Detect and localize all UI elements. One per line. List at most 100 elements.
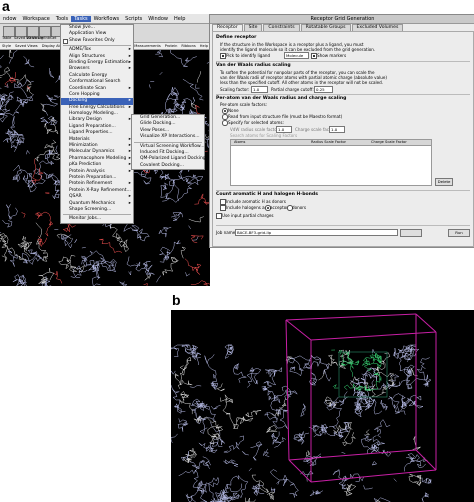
delete-button[interactable]: Delete [435,178,453,186]
tab-1[interactable]: Site [243,24,263,31]
partial-charge-cutoff-label: Partial charge cutoff: [271,87,314,92]
toolbar-button-label: Lig Intr [38,36,51,40]
show-markers-label: Show markers [317,53,347,58]
dialog-tabs: Receptor Site Constraints Rotatable Groups E… [212,24,404,31]
menu-bar: ndow Workspace Tools Tasks Workflows Scripts W… [0,14,210,24]
toolbar2-item-0[interactable]: Style [0,44,13,48]
read-from-file-radio[interactable] [222,114,228,120]
menu-item-label: Align Structures [69,53,105,59]
menu-item-label: Show Jive... [69,25,95,30]
tasks-menu-top-item[interactable]: Show Favorites Only [61,37,133,45]
scaling-factor-input[interactable]: 1.0 [251,86,268,93]
specify-selected-label: Specify for selected atoms: [228,120,284,125]
toolbar-button-label: Get [50,36,57,40]
pick-ligand-label: Pick to identify ligand [226,53,271,58]
menu-item-label: Ligand Preparation... [69,123,116,129]
tab-4[interactable]: Excluded Volumes [351,24,404,31]
grid-box-viewer[interactable] [171,310,474,502]
tab-3[interactable]: Rotatable Groups [300,24,351,31]
table-header: Atoms Radius Scale Factor Charge Scale F… [231,140,431,146]
panel-label-a: a [2,0,10,14]
none-radio[interactable] [222,108,228,114]
grid-box-edge [285,313,417,321]
tasks-menu: Show Jive... Application View Show Favorit… [60,24,134,224]
menu-item-label: ADME/Tox [69,47,92,53]
show-markers-checkbox[interactable] [311,53,317,59]
receptor-tab-panel: Define receptor If the structure in the … [212,31,474,247]
menu-item-label: Coordinate Scan [69,85,107,91]
specify-selected-radio[interactable] [222,120,228,126]
menu-1[interactable]: Workspace [20,16,53,22]
search-atoms-label: Search atoms for Scaling Factors [230,133,298,138]
menu-item-label: Show Favorites Only [69,37,115,43]
menu-separator [134,141,202,143]
panel-label-b: b [172,292,181,308]
divider [216,190,470,191]
menu-3[interactable]: Tasks [71,15,91,22]
toolbar2-right-item-2[interactable]: Ribbons [179,44,197,48]
docking-submenu: Grid Generation... Glide Docking... View P… [131,114,210,171]
scaling-factor-label: Scaling factor: [220,87,250,92]
menu-5[interactable]: Scripts [122,16,145,22]
toolbar2-item-1[interactable]: Saved Views [13,44,40,48]
menu-item-label: Minimization [69,143,98,149]
divider [216,225,470,226]
docking-submenu-item[interactable]: Visualize XP Interactions... [132,134,204,140]
tab-0[interactable]: Receptor [212,24,243,31]
monitor-jobs-item[interactable]: Monitor Jobs... [61,216,133,222]
toolbar2-right-item-0[interactable]: Measurements [132,44,163,48]
docking-submenu-item[interactable]: Covalent Docking... [132,163,204,169]
menu-item-label: Protein Analysis [69,168,105,174]
menu-item-label: Quantum Mechanics [69,200,116,206]
menu-4[interactable]: Workflows [91,16,123,22]
menu-0[interactable]: ndow [0,16,20,22]
job-name-label: Job name: [216,230,237,235]
table-header-radius: Radius Scale Factor [311,140,347,144]
vdw-heading: Van der Waals radius scaling [216,63,291,68]
menu-item-label: Molecular Dynamics [69,149,115,155]
donors-label: donors [292,205,307,210]
menu-item-label: Pharmacophore Modeling [69,155,127,161]
checkbox-icon[interactable] [63,39,68,45]
menu-item-label: Shape Screening... [69,206,112,212]
menu-item-label: Browsers [69,66,90,72]
tab-2[interactable]: Constraints [263,24,300,31]
settings-button[interactable] [400,229,422,237]
run-button[interactable]: Run [448,229,470,237]
vdw-text-3: less than the specified cutoff. All othe… [220,80,384,85]
per-atom-heading: Per-atom van der Waals radius and charge… [216,96,347,101]
pick-ligand-select[interactable]: Molecule [284,52,309,59]
input-partial-charges-checkbox[interactable] [216,213,222,219]
menu-7[interactable]: Help [171,16,188,22]
menu-item-label: Application View [69,31,107,37]
menu-item-label: Conformational Search [69,79,121,85]
tasks-menu-item[interactable]: Shape Screening... [61,207,133,213]
menu-item-label: Free Energy Calculations [69,104,125,110]
charge-scale-input[interactable]: 1.0 [329,126,345,133]
per-atom-scale-label: Per-atom scale factors: [220,102,268,107]
aromatic-h-checkbox[interactable] [220,199,226,205]
molecule-bonds [171,344,432,502]
menu-6[interactable]: Window [145,16,171,22]
scale-factors-table[interactable]: Atoms Radius Scale Factor Charge Scale F… [230,139,432,186]
read-from-file-label: Read from input structure file (must be … [228,114,343,119]
pick-ligand-checkbox[interactable] [220,53,226,59]
dialog-title: Receptor Grid Generation [210,15,474,24]
menu-item-label: QSAR [69,194,82,200]
menu-item-label: Protein Refinement [69,181,113,187]
toolbar2-right-item-1[interactable]: Protein [163,44,180,48]
menu-2[interactable]: Tools [53,16,71,22]
receptor-grid-generation-dialog: Receptor Grid Generation Receptor Site Con… [209,14,474,248]
partial-charge-cutoff-input[interactable]: 0.25 [314,86,333,93]
divider [216,94,470,95]
aromatic-h-label: Include aromatic H as donors [226,199,286,204]
input-partial-charges-label: Use input partial charges [222,213,274,218]
menu-item-label: Protein X-Ray Refinement... [69,187,131,193]
vdw-radius-scale-input[interactable]: 1.0 [276,126,292,133]
toolbar-button-label: Table [2,36,12,40]
halogens-checkbox[interactable] [220,205,226,211]
menu-item-label: Ligand Properties... [69,130,113,136]
menu-item-label: Core Hopping [69,91,100,97]
job-name-input[interactable]: BACE-BF3-grid-lip [235,229,398,236]
menu-item-label: Docking [69,98,88,104]
